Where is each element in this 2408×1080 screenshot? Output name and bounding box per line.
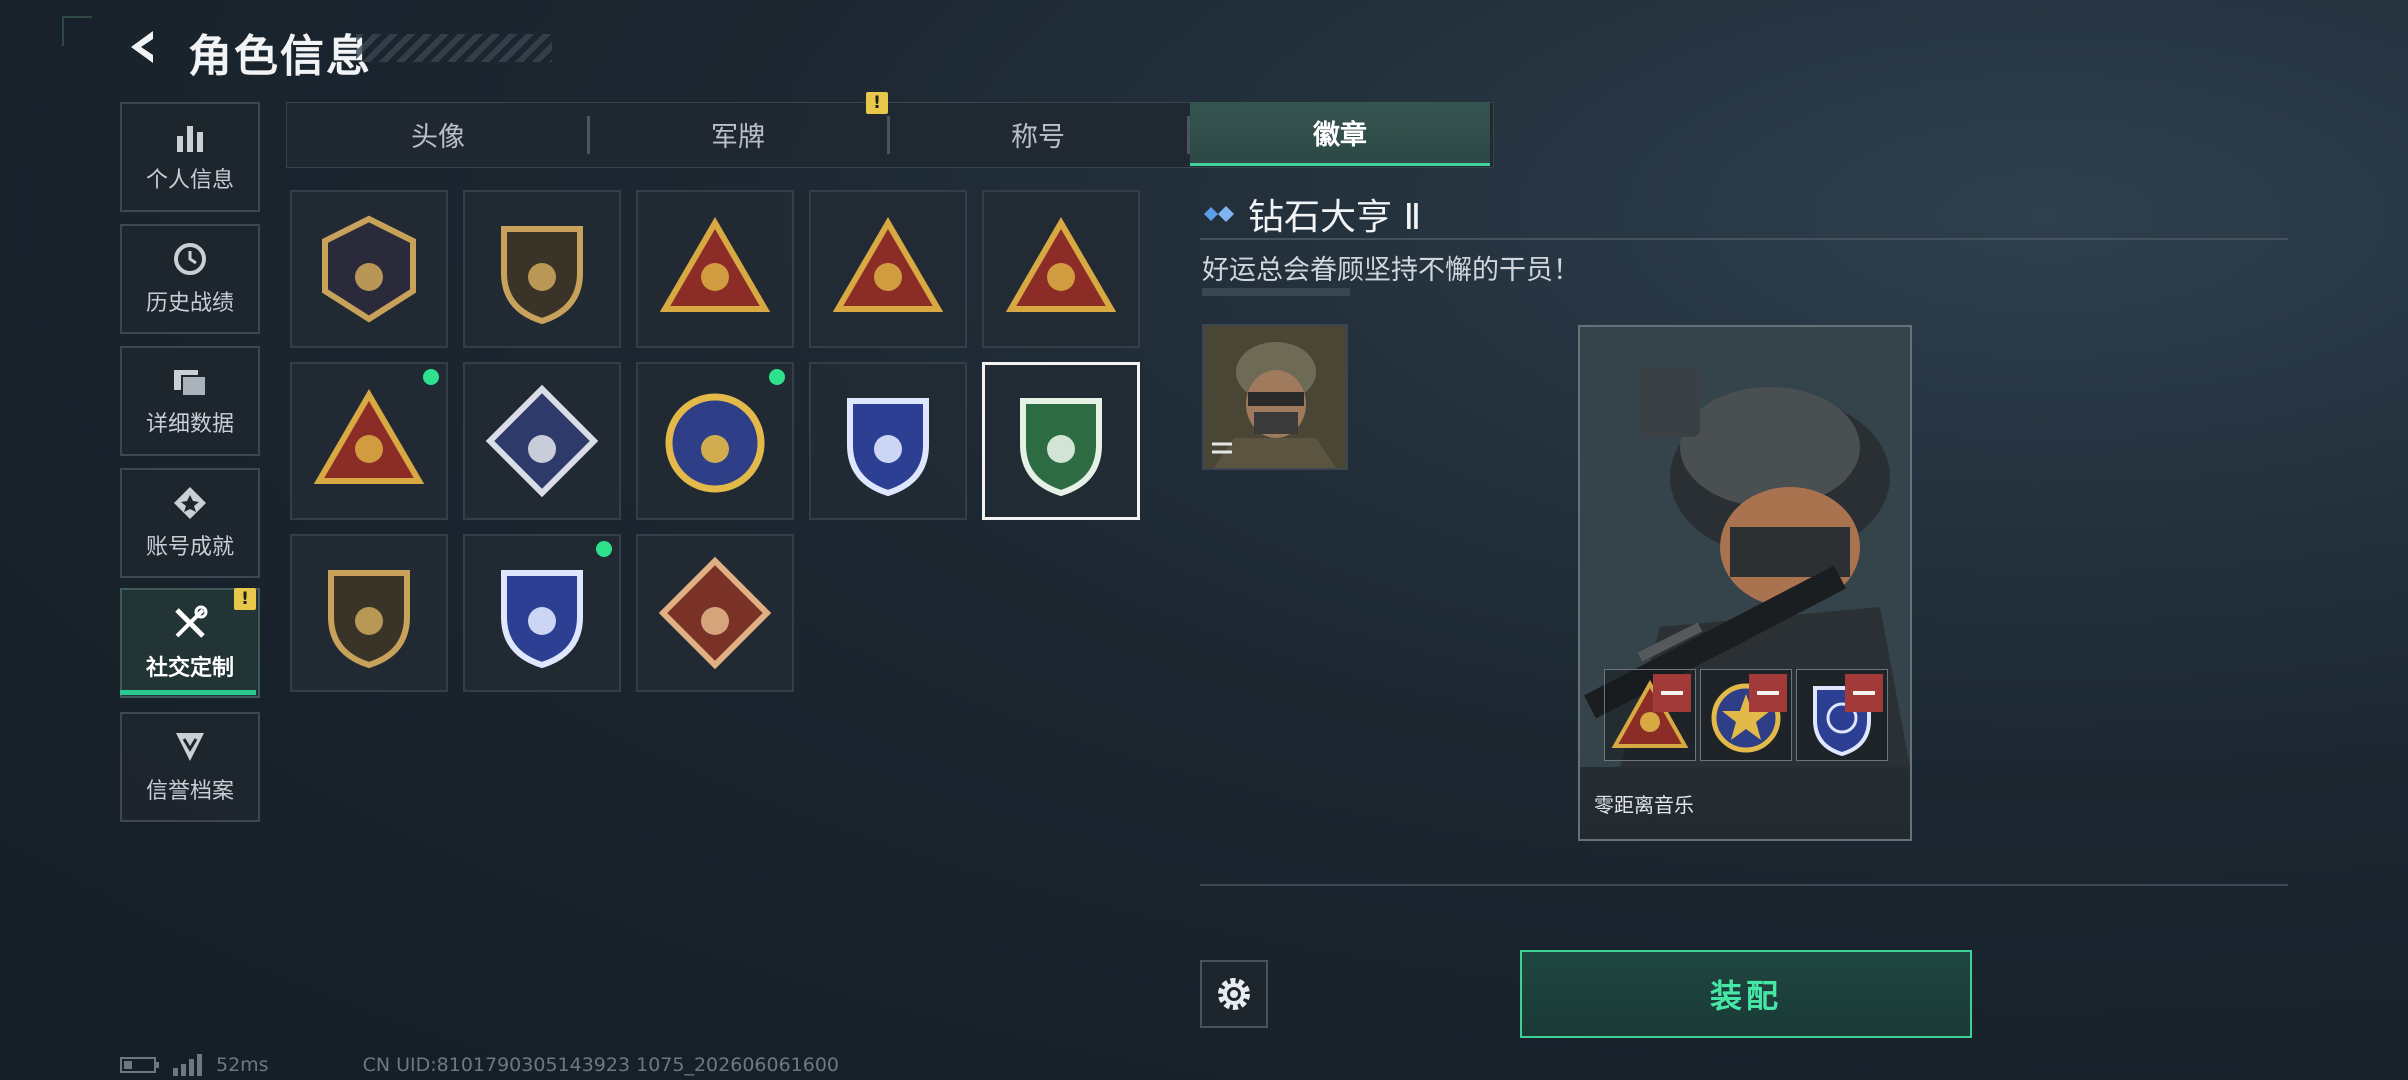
warning-badge: ! bbox=[234, 588, 256, 610]
sidebar-item-reputation[interactable]: 信誉档案 bbox=[120, 712, 260, 822]
green-gem-badge bbox=[1020, 398, 1102, 497]
loadout-preview-card: 零距离音乐 bbox=[1578, 325, 1912, 841]
folder-icon bbox=[174, 370, 207, 397]
card-player-name: 零距离音乐 bbox=[1594, 793, 1694, 817]
bar-chart-icon bbox=[177, 126, 203, 152]
equipped-badge-slot[interactable] bbox=[1604, 669, 1696, 761]
equipped-badge-slot[interactable] bbox=[1700, 669, 1792, 761]
sidebar-item-detailed-data[interactable]: 详细数据 bbox=[120, 346, 260, 456]
remove-badge-button[interactable] bbox=[1653, 674, 1691, 712]
helicopter-badge bbox=[501, 226, 583, 325]
badge-cell[interactable] bbox=[463, 362, 621, 520]
sidebar-item-label: 详细数据 bbox=[145, 412, 234, 437]
settings-button[interactable] bbox=[1200, 960, 1268, 1028]
badge-cell[interactable] bbox=[636, 534, 794, 692]
signal-icon bbox=[173, 1054, 202, 1076]
remove-badge-button[interactable] bbox=[1749, 674, 1787, 712]
progress-decoration bbox=[1202, 288, 1350, 296]
number-1-triangle-badge bbox=[832, 217, 944, 312]
badge-title: 钻石大亨 Ⅱ bbox=[1248, 197, 1422, 238]
uid-text: CN UID:8101790305143923 1075_20260606160… bbox=[362, 1054, 840, 1076]
detail-header: 钻石大亨 Ⅱ bbox=[1200, 188, 1421, 240]
avatar bbox=[1202, 324, 1348, 470]
corner-decoration bbox=[62, 16, 92, 46]
status-bar: 52ms CN UID:8101790305143923 1075_202606… bbox=[120, 1054, 839, 1076]
sidebar-item-label: 账号成就 bbox=[145, 535, 234, 560]
badge-cell[interactable] bbox=[636, 190, 794, 348]
badge-cell[interactable] bbox=[809, 190, 967, 348]
active-indicator bbox=[120, 690, 256, 695]
dice-triangle-badge bbox=[1005, 217, 1117, 312]
sidebar-item-label: 历史战绩 bbox=[145, 291, 234, 316]
soldier-portrait bbox=[1204, 326, 1346, 468]
back-button[interactable] bbox=[118, 22, 168, 72]
battery-icon bbox=[120, 1057, 159, 1073]
badge-cell[interactable] bbox=[982, 190, 1140, 348]
sidebar-item-label: 信誉档案 bbox=[145, 779, 234, 804]
badge-cell[interactable] bbox=[809, 362, 967, 520]
badge-cell[interactable] bbox=[290, 190, 448, 348]
ping-value: 52ms bbox=[216, 1054, 269, 1076]
remove-badge-button[interactable] bbox=[1845, 674, 1883, 712]
star-circle-badge bbox=[665, 393, 765, 493]
tools-icon bbox=[175, 605, 208, 638]
badge-cell[interactable] bbox=[463, 190, 621, 348]
new-indicator-dot bbox=[593, 538, 615, 560]
badge-cell[interactable] bbox=[982, 362, 1140, 520]
blue-shield-badge bbox=[847, 398, 929, 497]
rose-diamond-badge bbox=[485, 384, 599, 498]
gear-icon bbox=[1218, 978, 1250, 1010]
page-title: 角色信息 bbox=[188, 31, 372, 82]
equipped-badge-slot[interactable] bbox=[1796, 669, 1888, 761]
warning-badge: ! bbox=[866, 92, 888, 114]
new-indicator-dot bbox=[766, 366, 788, 388]
equip-button[interactable]: 装配 bbox=[1520, 950, 1972, 1038]
back-arrow-icon bbox=[131, 31, 153, 63]
rifle-shield-badge bbox=[328, 570, 410, 669]
diamond-icon bbox=[1204, 206, 1234, 222]
sidebar-item-label: 社交定制 bbox=[145, 656, 234, 681]
tab-dogtag[interactable]: 军牌 bbox=[588, 102, 888, 166]
shield-chevron-icon bbox=[176, 733, 204, 761]
crosshair-shield-badge bbox=[501, 570, 583, 669]
dragon-diamond-badge bbox=[658, 556, 772, 670]
soldiers-triangle-badge bbox=[313, 389, 425, 484]
divider bbox=[1200, 884, 2288, 886]
hexagon-triangle-badge bbox=[322, 215, 416, 323]
tab-avatar[interactable]: 头像 bbox=[288, 102, 588, 166]
badge-cell[interactable] bbox=[290, 534, 448, 692]
sidebar-item-label: 个人信息 bbox=[145, 168, 234, 193]
bomb-59-badge bbox=[659, 217, 771, 312]
clock-icon bbox=[174, 243, 206, 275]
sidebar-item-achievements[interactable]: 账号成就 bbox=[120, 468, 260, 578]
new-indicator-dot bbox=[420, 366, 442, 388]
divider bbox=[1200, 238, 2288, 240]
sidebar-item-personal-info[interactable]: 个人信息 bbox=[120, 102, 260, 212]
achievement-icon bbox=[174, 487, 206, 519]
tab-badge[interactable]: 徽章 bbox=[1190, 102, 1490, 166]
title-decoration bbox=[356, 34, 552, 62]
sidebar-item-history[interactable]: 历史战绩 bbox=[120, 224, 260, 334]
tab-title[interactable]: 称号 bbox=[888, 102, 1188, 166]
badge-description: 好运总会眷顾坚持不懈的干员！ bbox=[1202, 255, 1580, 286]
